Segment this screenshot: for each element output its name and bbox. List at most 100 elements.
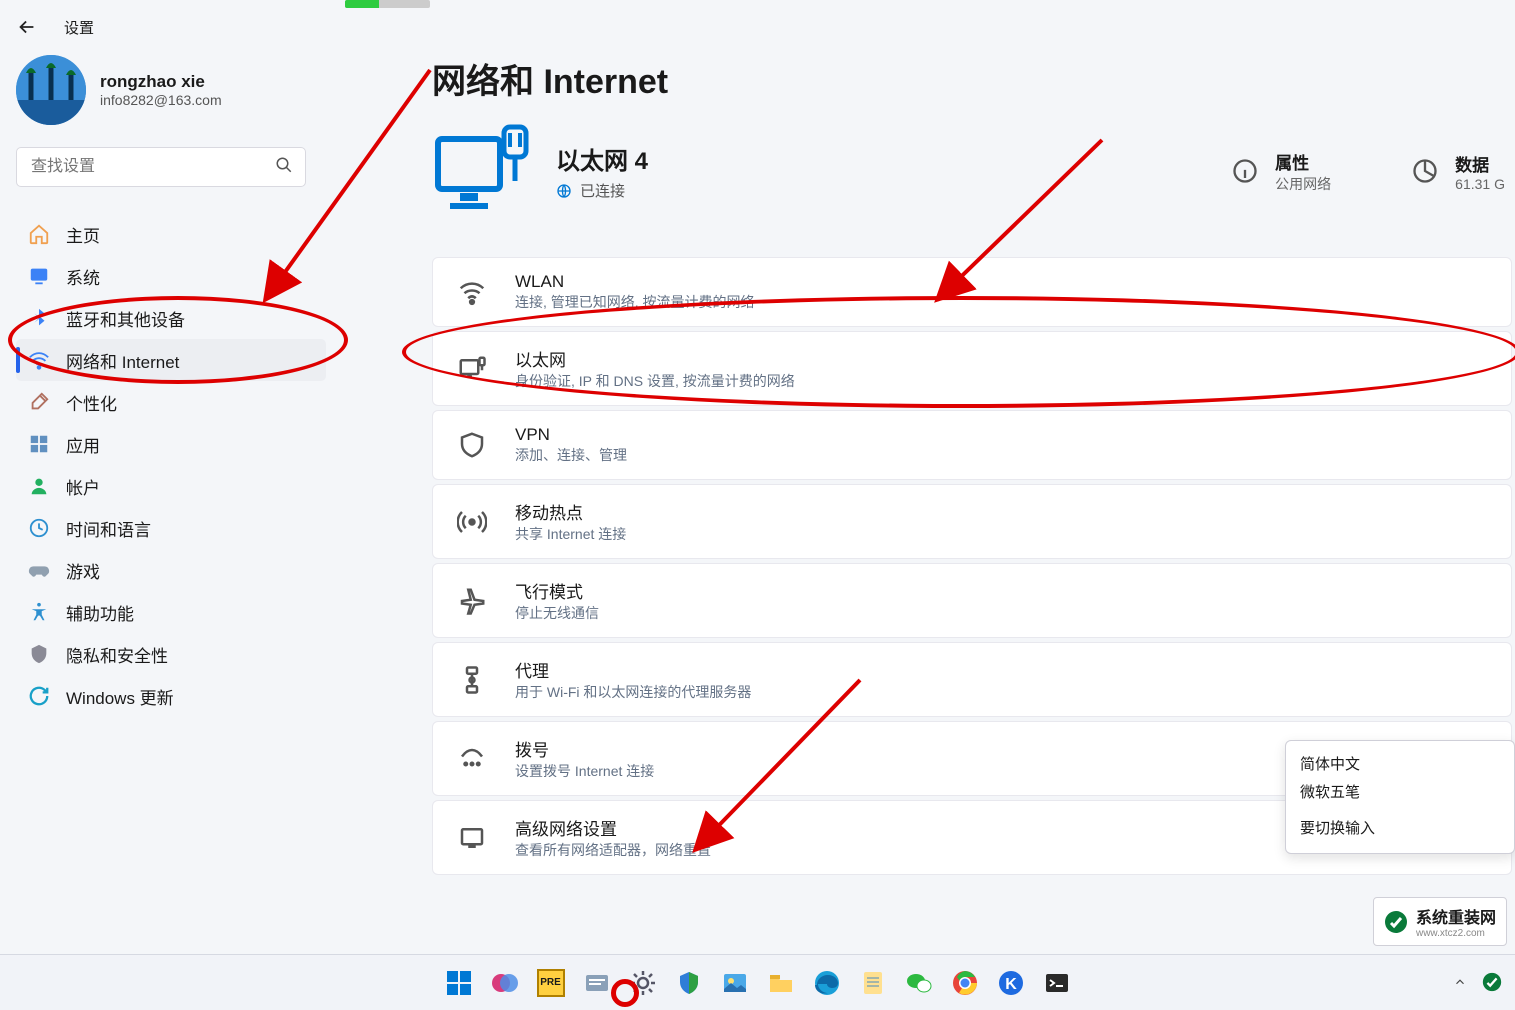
account-name: rongzhao xie — [100, 72, 222, 92]
card-title: 飞行模式 — [515, 578, 599, 603]
taskbar-wechat[interactable] — [901, 965, 937, 1001]
hotspot-icon — [457, 507, 487, 537]
watermark-url: www.xtcz2.com — [1416, 928, 1496, 939]
connection-name: 以太网 4 — [556, 141, 648, 176]
update-icon — [28, 685, 50, 707]
data-sub: 61.31 G — [1455, 176, 1505, 192]
taskbar-app1[interactable] — [579, 965, 615, 1001]
sidebar-item-label: 隐私和安全性 — [66, 642, 168, 667]
loading-progress — [345, 0, 430, 8]
account-icon — [28, 475, 50, 497]
game-icon — [28, 559, 50, 581]
sidebar-item-label: 蓝牙和其他设备 — [66, 306, 185, 331]
brush-icon — [28, 391, 50, 413]
taskbar-chrome[interactable] — [947, 965, 983, 1001]
card-vpn[interactable]: VPN添加、连接、管理 — [432, 410, 1512, 480]
annotation-arrow-3 — [680, 670, 880, 870]
taskbar-settings[interactable] — [625, 965, 661, 1001]
wlan-icon — [457, 277, 487, 307]
search-input[interactable] — [29, 157, 275, 177]
sidebar-item-label: 应用 — [66, 432, 100, 457]
privacy-icon — [28, 643, 50, 665]
sidebar-item-update[interactable]: Windows 更新 — [16, 675, 326, 717]
watermark-text: 系统重装网 — [1416, 904, 1496, 928]
sidebar-item-label: 辅助功能 — [66, 600, 134, 625]
sidebar-item-label: 个性化 — [66, 390, 117, 415]
svg-text:K: K — [1005, 976, 1017, 993]
card-title: 拨号 — [515, 736, 654, 761]
vpn-icon — [457, 430, 487, 460]
time-icon — [28, 517, 50, 539]
sidebar-item-wifi[interactable]: 网络和 Internet — [16, 339, 326, 381]
annotation-arrow-1 — [250, 60, 450, 320]
ime-line3: 要切换输入 — [1300, 815, 1500, 843]
card-title: VPN — [515, 425, 627, 445]
taskbar-security[interactable] — [671, 965, 707, 1001]
annotation-circle-settings — [611, 979, 639, 1007]
card-proxy[interactable]: 代理用于 Wi-Fi 和以太网连接的代理服务器 — [432, 642, 1512, 717]
ime-line2: 微软五笔 — [1300, 779, 1500, 807]
connection-state: 已连接 — [580, 180, 625, 201]
avatar — [16, 55, 86, 125]
sidebar-item-accessibility[interactable]: 辅助功能 — [16, 591, 326, 633]
airplane-icon — [457, 586, 487, 616]
sidebar-item-account[interactable]: 帐户 — [16, 465, 326, 507]
data-title: 数据 — [1455, 151, 1505, 176]
app-title: 设置 — [64, 17, 94, 38]
card-sub: 设置拨号 Internet 连接 — [515, 761, 654, 781]
ethernet-icon — [457, 354, 487, 384]
sidebar-item-time[interactable]: 时间和语言 — [16, 507, 326, 549]
sidebar-item-label: 网络和 Internet — [66, 348, 179, 373]
properties-sub: 公用网络 — [1275, 174, 1331, 194]
sidebar-item-label: 主页 — [66, 222, 100, 247]
proxy-icon — [457, 665, 487, 695]
ime-popup: 简体中文 微软五笔 要切换输入 — [1285, 740, 1515, 854]
home-icon — [28, 223, 50, 245]
page-title: 网络和 Internet — [432, 54, 1515, 103]
card-title: 以太网 — [515, 346, 795, 371]
back-button[interactable] — [10, 10, 44, 44]
sidebar-item-label: 游戏 — [66, 558, 100, 583]
sidebar-item-label: 系统 — [66, 264, 100, 289]
sidebar-item-privacy[interactable]: 隐私和安全性 — [16, 633, 326, 675]
sidebar-item-label: 时间和语言 — [66, 516, 151, 541]
sidebar-item-label: Windows 更新 — [66, 684, 174, 709]
card-airplane[interactable]: 飞行模式停止无线通信 — [432, 563, 1512, 638]
card-title: WLAN — [515, 272, 755, 292]
start-button[interactable] — [441, 965, 477, 1001]
accessibility-icon — [28, 601, 50, 623]
info-icon — [1231, 157, 1259, 185]
apps-icon — [28, 433, 50, 455]
chevron-up-icon[interactable] — [1453, 975, 1467, 989]
sidebar-item-brush[interactable]: 个性化 — [16, 381, 326, 423]
data-usage-tile[interactable]: 数据61.31 G — [1411, 149, 1505, 194]
taskbar-photos[interactable] — [717, 965, 753, 1001]
sidebar-item-apps[interactable]: 应用 — [16, 423, 326, 465]
account-email: info8282@163.com — [100, 92, 222, 108]
watermark: 系统重装网 www.xtcz2.com — [1373, 897, 1507, 946]
ime-line1: 简体中文 — [1300, 751, 1500, 779]
card-ethernet[interactable]: 以太网身份验证, IP 和 DNS 设置, 按流量计费的网络 — [432, 331, 1512, 406]
taskbar-copilot[interactable] — [487, 965, 523, 1001]
system-tray[interactable] — [1453, 954, 1503, 1010]
card-sub: 添加、连接、管理 — [515, 445, 627, 465]
logo-icon — [1384, 910, 1408, 934]
card-hotspot[interactable]: 移动热点共享 Internet 连接 — [432, 484, 1512, 559]
taskbar-terminal[interactable] — [1039, 965, 1075, 1001]
card-title: 移动热点 — [515, 499, 626, 524]
taskbar-notepad[interactable] — [855, 965, 891, 1001]
taskbar: PRE K — [0, 954, 1515, 1010]
arrow-left-icon — [16, 16, 38, 38]
bluetooth-icon — [28, 307, 50, 329]
taskbar-explorer[interactable] — [763, 965, 799, 1001]
taskbar-kugou[interactable]: K — [993, 965, 1029, 1001]
sidebar-item-game[interactable]: 游戏 — [16, 549, 326, 591]
taskbar-edge[interactable] — [809, 965, 845, 1001]
taskbar-pre[interactable]: PRE — [533, 965, 569, 1001]
pie-icon — [1411, 157, 1439, 185]
properties-tile[interactable]: 属性公用网络 — [1231, 149, 1331, 194]
tray-app-icon[interactable] — [1481, 971, 1503, 993]
sidebar-item-label: 帐户 — [66, 474, 100, 499]
globe-icon — [556, 183, 572, 199]
card-sub: 停止无线通信 — [515, 603, 599, 623]
